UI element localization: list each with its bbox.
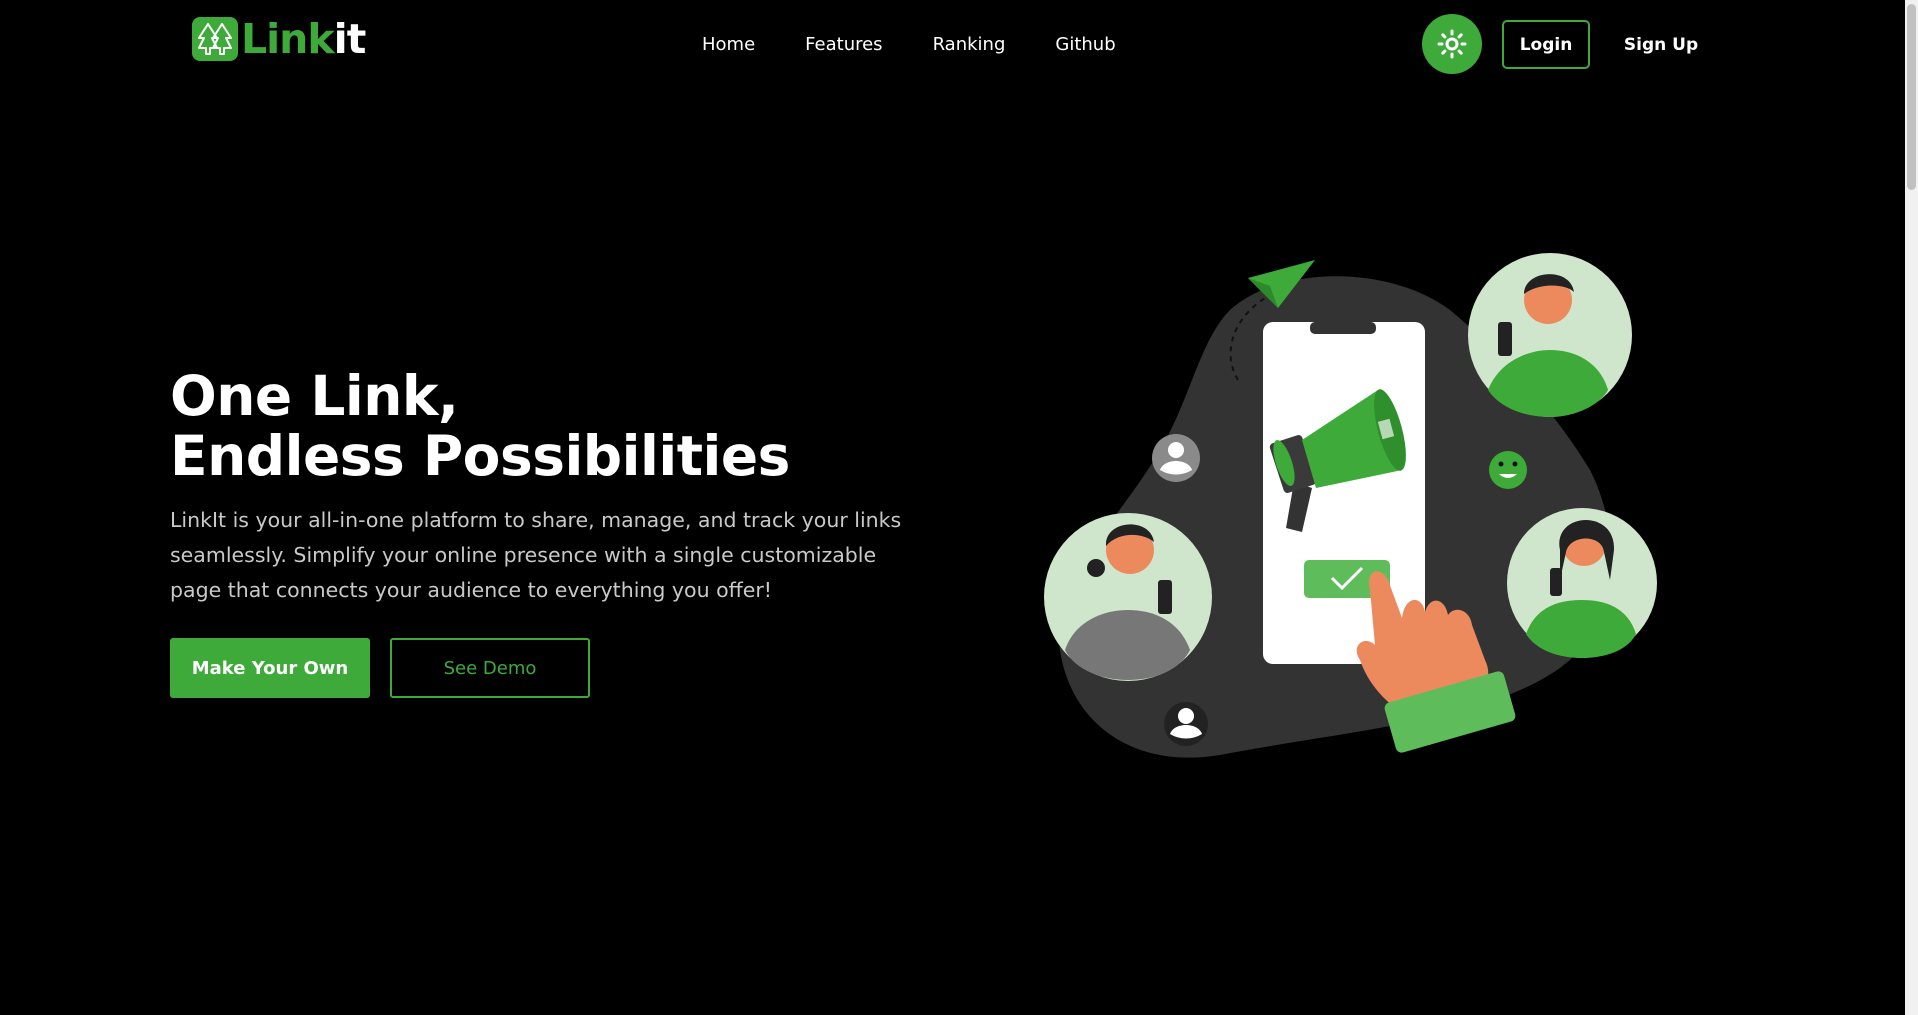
avatar-woman-left: [1044, 513, 1212, 681]
theme-toggle-button[interactable]: [1422, 14, 1482, 74]
user-icon-gray: [1152, 434, 1200, 482]
nav-features[interactable]: Features: [805, 33, 882, 57]
sun-icon: [1437, 29, 1467, 59]
logo-text: Linkit: [241, 18, 366, 60]
page-scrollbar[interactable]: [1905, 0, 1918, 1015]
logo-text-green: Link: [241, 14, 335, 63]
login-button[interactable]: Login: [1502, 20, 1590, 69]
make-your-own-button[interactable]: Make Your Own: [170, 638, 370, 698]
logo-text-white: it: [333, 14, 367, 63]
main-nav: Home Features Ranking Github: [702, 33, 1116, 57]
logo[interactable]: Linkit: [192, 17, 366, 61]
scrollbar-thumb[interactable]: [1907, 4, 1916, 190]
see-demo-button[interactable]: See Demo: [390, 638, 590, 698]
smiley-icon: [1489, 451, 1527, 489]
hero-title-line1: One Link,: [170, 364, 459, 428]
phone: [1263, 322, 1425, 664]
signup-button[interactable]: Sign Up: [1620, 20, 1702, 69]
hero-title-line2: Endless Possibilities: [170, 424, 790, 488]
avatar-man: [1468, 253, 1632, 417]
nav-home[interactable]: Home: [702, 33, 755, 57]
hero-description: LinkIt is your all-in-one platform to sh…: [170, 508, 902, 602]
hero-title: One Link, Endless Possibilities: [170, 366, 790, 486]
nav-ranking[interactable]: Ranking: [933, 33, 1006, 57]
hero-illustration: [1044, 253, 1657, 758]
tree-arrows-icon: [192, 17, 238, 61]
avatar-woman-right: [1507, 508, 1657, 658]
user-icon-dark: [1164, 702, 1208, 746]
nav-github[interactable]: Github: [1055, 33, 1115, 57]
